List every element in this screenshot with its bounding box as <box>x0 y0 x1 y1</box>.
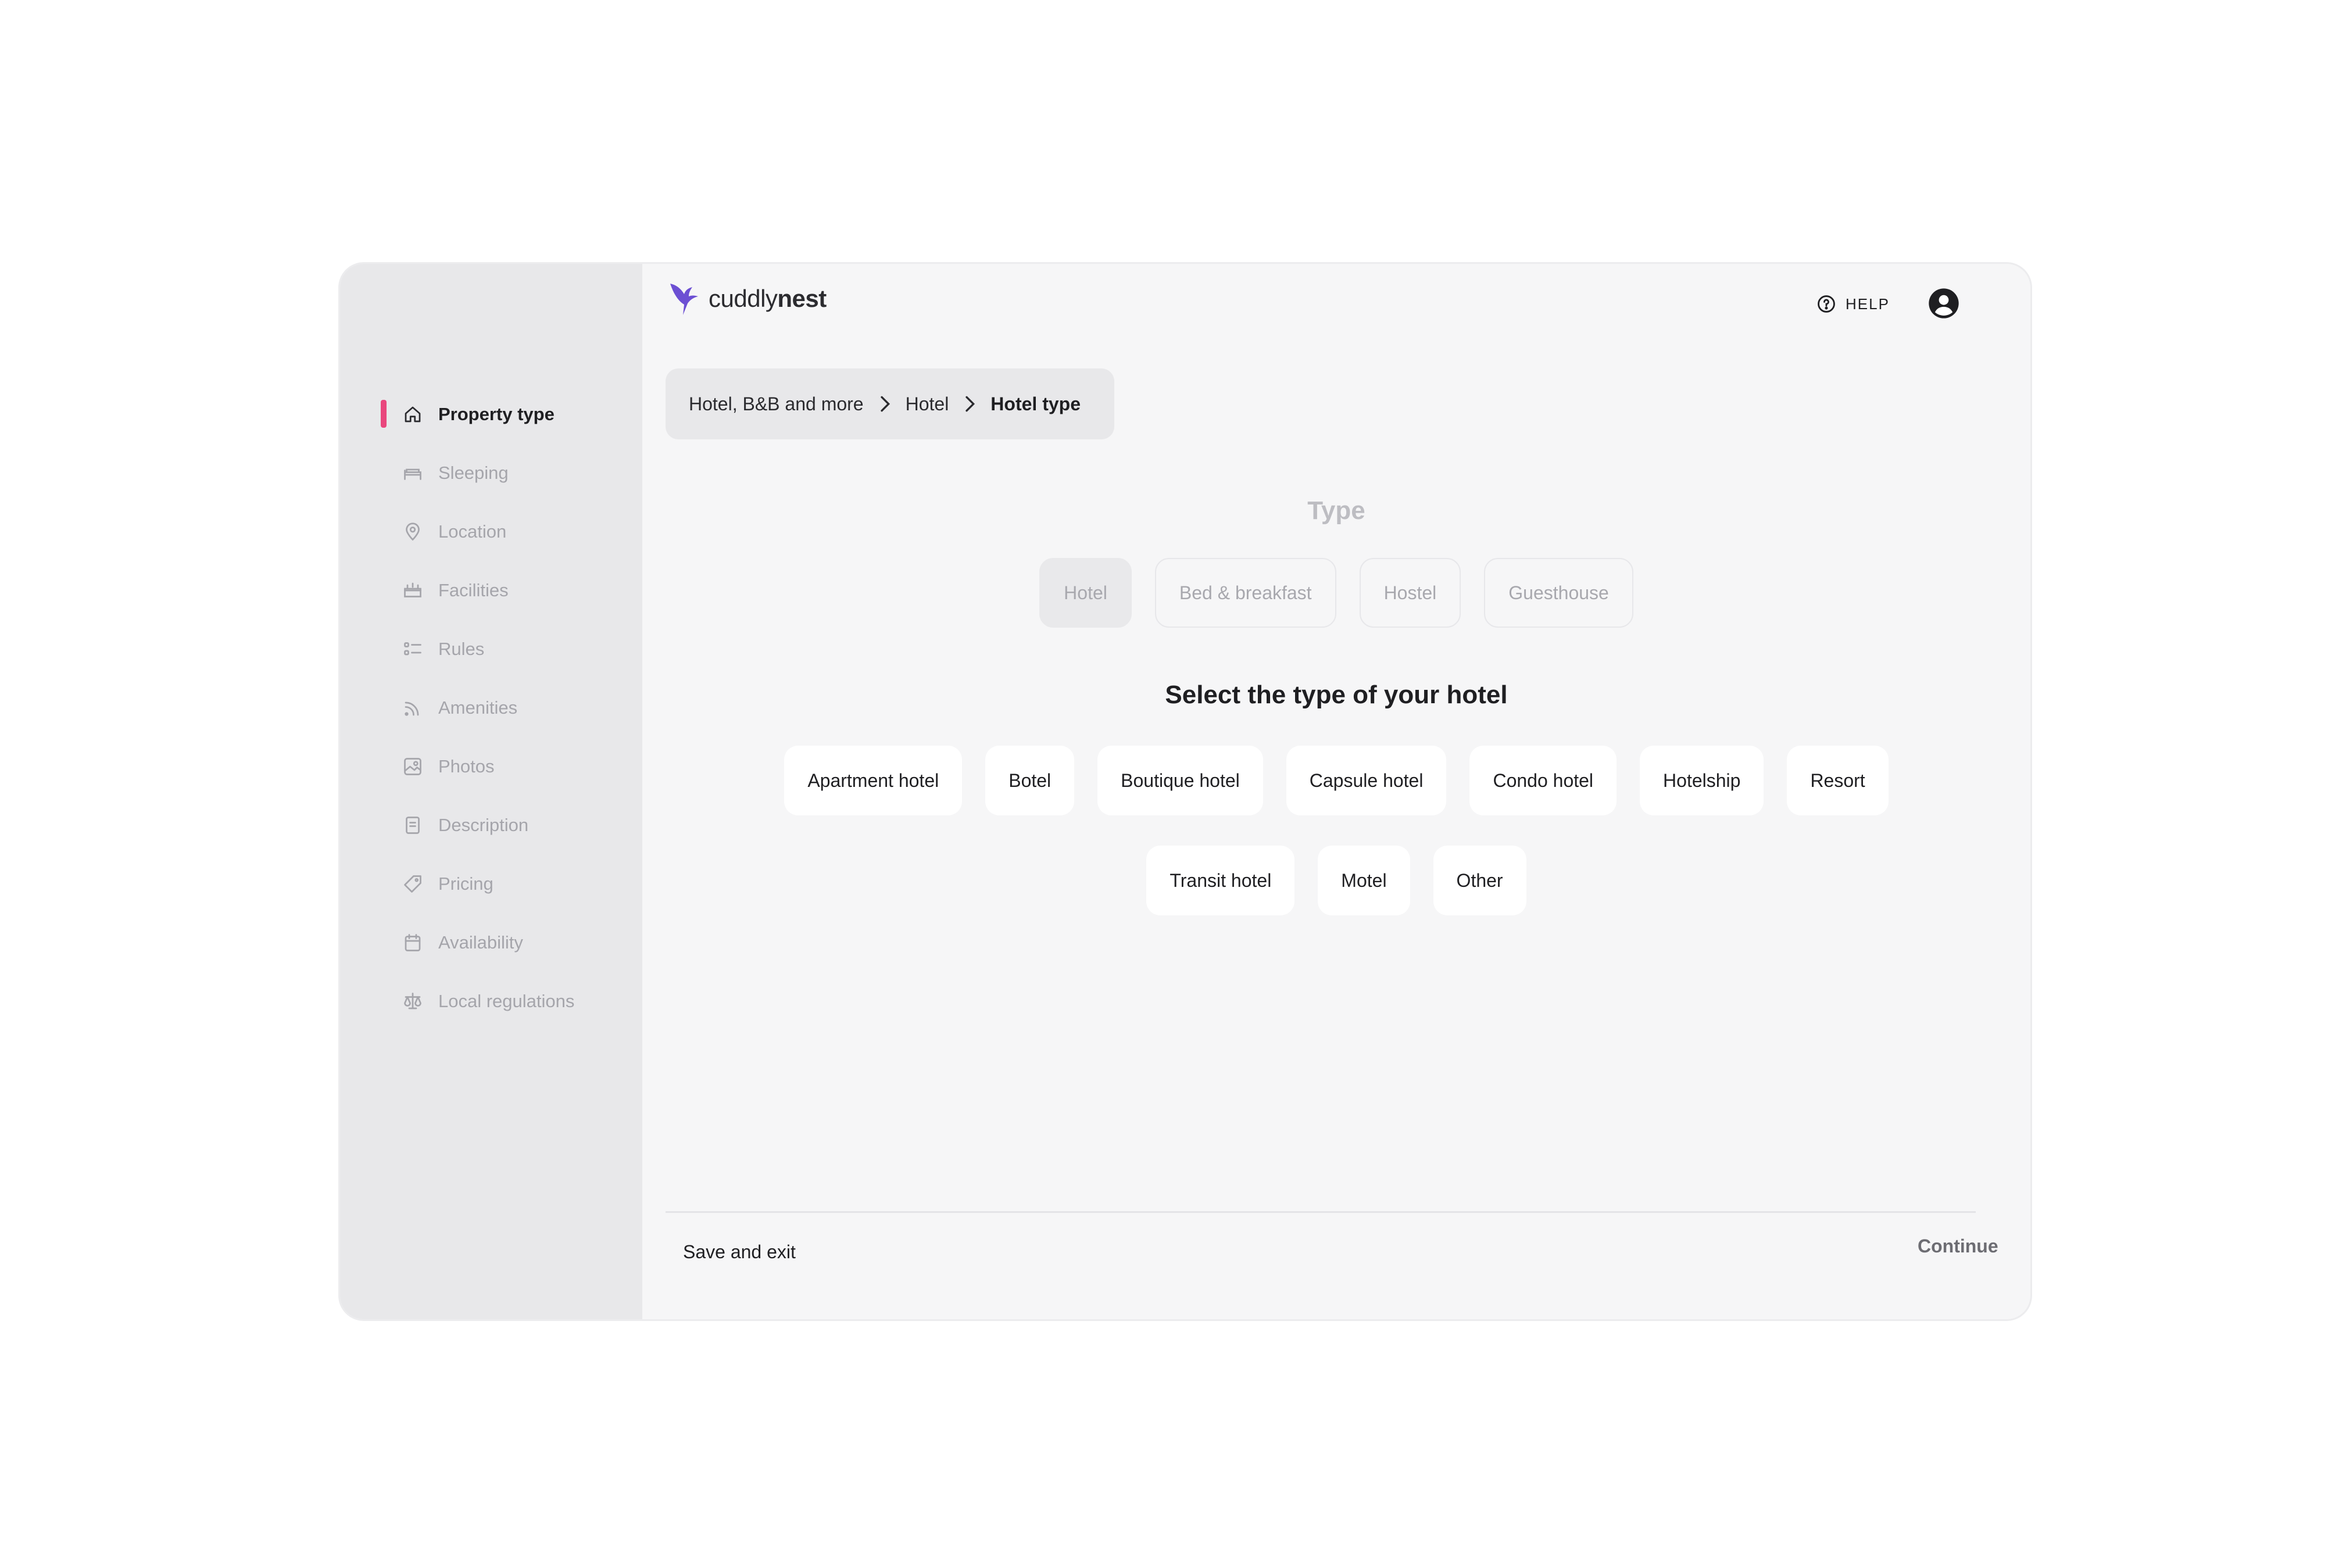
photo-icon <box>402 756 423 777</box>
continue-button[interactable]: Continue <box>1918 1236 1998 1257</box>
breadcrumb: Hotel, B&B and more Hotel Hotel type <box>666 368 1114 439</box>
sidebar-item-label: Amenities <box>438 697 518 718</box>
hotel-type-other[interactable]: Other <box>1433 846 1526 915</box>
help-label: HELP <box>1846 295 1890 313</box>
sidebar-item-description[interactable]: Description <box>340 796 642 854</box>
chevron-right-icon <box>961 395 978 413</box>
sidebar-item-rules[interactable]: Rules <box>340 620 642 678</box>
facilities-icon <box>402 580 423 601</box>
app-window: Property type Sleeping Location Faciliti… <box>338 262 2032 1321</box>
sidebar-item-label: Sleeping <box>438 462 509 483</box>
sidebar-item-label: Photos <box>438 756 495 776</box>
scale-icon <box>402 991 423 1012</box>
hotel-type-hotelship[interactable]: Hotelship <box>1640 746 1764 815</box>
main-panel: cuddlynest HELP Hotel, B&B and more Hote… <box>642 264 2030 1319</box>
type-option-guesthouse[interactable]: Guesthouse <box>1484 558 1633 628</box>
sidebar-item-label: Description <box>438 814 529 835</box>
sidebar-nav: Property type Sleeping Location Faciliti… <box>340 385 642 1030</box>
help-button[interactable]: HELP <box>1816 294 1890 314</box>
sidebar-item-amenities[interactable]: Amenities <box>340 678 642 737</box>
calendar-icon <box>402 932 423 953</box>
price-tag-icon <box>402 874 423 894</box>
hotel-type-motel[interactable]: Motel <box>1318 846 1410 915</box>
sidebar-item-label: Rules <box>438 638 485 659</box>
save-and-exit-button[interactable]: Save and exit <box>683 1241 796 1263</box>
breadcrumb-item-hotel-type: Hotel type <box>990 393 1081 414</box>
hotel-type-apartment-hotel[interactable]: Apartment hotel <box>784 746 963 815</box>
breadcrumb-item-hotel[interactable]: Hotel <box>906 393 949 415</box>
type-option-bed-breakfast[interactable]: Bed & breakfast <box>1154 558 1336 628</box>
wifi-icon <box>402 697 423 718</box>
sidebar-item-label: Pricing <box>438 873 493 894</box>
hotel-type-options-row-2: Transit hotel Motel Other <box>642 846 2030 915</box>
type-option-hostel[interactable]: Hostel <box>1359 558 1461 628</box>
sidebar-item-facilities[interactable]: Facilities <box>340 561 642 620</box>
cuddlynest-logo[interactable]: cuddlynest <box>668 280 827 317</box>
footer-divider <box>666 1211 1976 1213</box>
logo-wordmark: cuddlynest <box>709 285 827 312</box>
sidebar-item-label: Local regulations <box>438 990 575 1011</box>
sidebar-item-pricing[interactable]: Pricing <box>340 854 642 913</box>
sidebar-item-photos[interactable]: Photos <box>340 737 642 796</box>
document-icon <box>402 815 423 836</box>
type-option-hotel[interactable]: Hotel <box>1039 558 1132 628</box>
hotel-type-section-title: Select the type of your hotel <box>1165 681 1508 709</box>
map-pin-icon <box>402 521 423 542</box>
hotel-type-transit-hotel[interactable]: Transit hotel <box>1146 846 1295 915</box>
sidebar-item-label: Property type <box>438 403 555 424</box>
type-options: Hotel Bed & breakfast Hostel Guesthouse <box>642 558 2030 628</box>
rules-list-icon <box>402 639 423 660</box>
hotel-type-boutique-hotel[interactable]: Boutique hotel <box>1097 746 1263 815</box>
sidebar-item-label: Location <box>438 521 507 542</box>
hotel-type-botel[interactable]: Botel <box>985 746 1075 815</box>
account-button[interactable] <box>1927 287 1960 320</box>
sidebar: Property type Sleeping Location Faciliti… <box>340 264 642 1319</box>
active-indicator <box>381 400 387 428</box>
home-icon <box>402 404 423 425</box>
sidebar-item-property-type[interactable]: Property type <box>340 385 642 443</box>
hummingbird-icon <box>670 284 698 315</box>
sidebar-item-location[interactable]: Location <box>340 502 642 561</box>
user-circle-icon <box>1929 288 1959 318</box>
sidebar-item-label: Facilities <box>438 579 509 600</box>
sidebar-item-availability[interactable]: Availability <box>340 913 642 972</box>
hotel-type-resort[interactable]: Resort <box>1787 746 1889 815</box>
breadcrumb-item-hotel-bb[interactable]: Hotel, B&B and more <box>689 393 864 415</box>
question-circle-icon <box>1818 295 1835 313</box>
type-section-title: Type <box>1307 496 1365 525</box>
hotel-type-options-row-1: Apartment hotel Botel Boutique hotel Cap… <box>642 746 2030 815</box>
hotel-type-condo-hotel[interactable]: Condo hotel <box>1469 746 1617 815</box>
sidebar-item-local-regulations[interactable]: Local regulations <box>340 972 642 1030</box>
sidebar-item-sleeping[interactable]: Sleeping <box>340 443 642 502</box>
chevron-right-icon <box>876 395 893 413</box>
bed-icon <box>402 463 423 484</box>
hotel-type-capsule-hotel[interactable]: Capsule hotel <box>1286 746 1447 815</box>
sidebar-item-label: Availability <box>438 932 523 953</box>
